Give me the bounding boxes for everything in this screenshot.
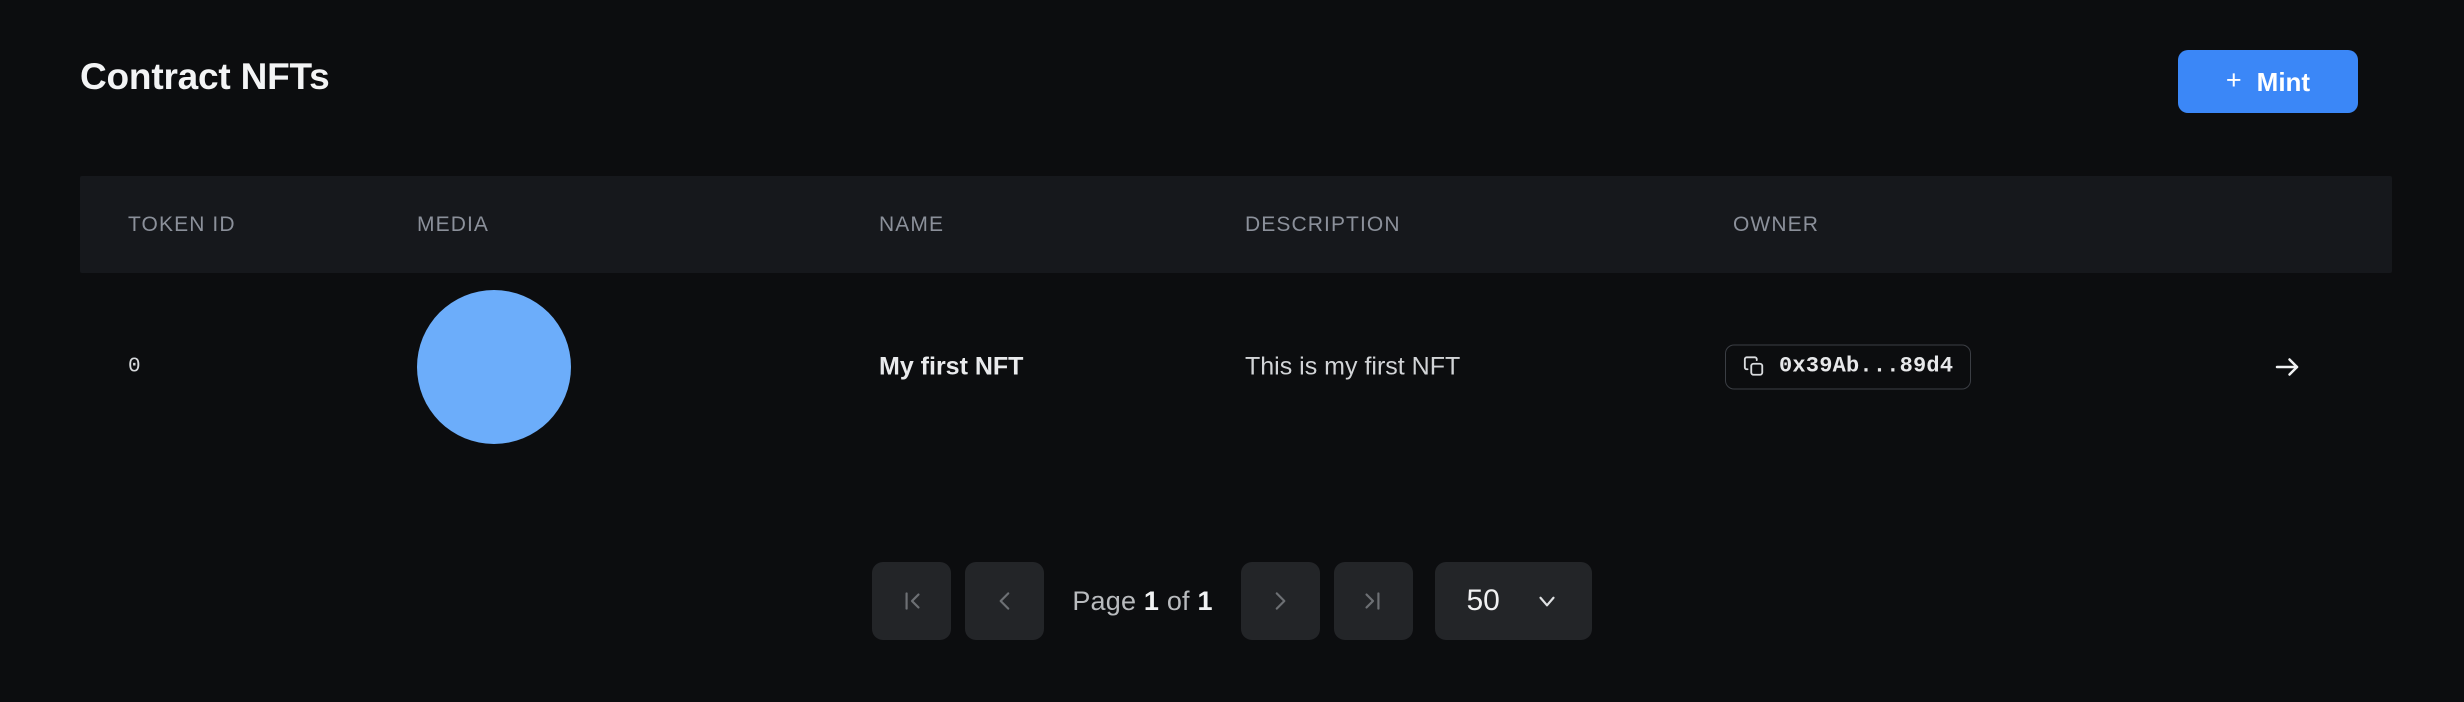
chevron-first-icon <box>899 588 925 614</box>
arrow-right-icon <box>2272 352 2302 382</box>
table-body: 0 My first NFT This is my first NFT <box>80 273 2392 460</box>
column-header-owner: OWNER <box>1733 213 1819 237</box>
nft-media-thumbnail <box>417 290 571 444</box>
of-word: of <box>1167 586 1190 616</box>
last-page-button[interactable] <box>1334 562 1413 640</box>
column-header-media: MEDIA <box>417 213 489 237</box>
cell-owner: 0x39Ab...89d4 <box>1725 344 1971 389</box>
copy-owner-address-button[interactable]: 0x39Ab...89d4 <box>1725 344 1971 389</box>
row-detail-button[interactable] <box>2272 352 2302 382</box>
first-page-button[interactable] <box>872 562 951 640</box>
table-row[interactable]: 0 My first NFT This is my first NFT <box>80 273 2392 460</box>
cell-media <box>417 290 571 444</box>
mint-button-label: Mint <box>2257 69 2310 95</box>
contract-nfts-page: Contract NFTs + Mint TOKEN ID MEDIA NAME… <box>0 0 2464 702</box>
current-page-number: 1 <box>1144 586 1159 616</box>
page-status: Page 1 of 1 <box>1058 586 1226 617</box>
plus-icon: + <box>2226 67 2242 94</box>
page-size-value: 50 <box>1466 586 1499 616</box>
cell-nft-name: My first NFT <box>879 352 1023 381</box>
chevron-last-icon <box>1360 588 1386 614</box>
table-header-row: TOKEN ID MEDIA NAME DESCRIPTION OWNER <box>80 176 2392 273</box>
page-word: Page <box>1072 586 1136 616</box>
previous-page-button[interactable] <box>965 562 1044 640</box>
column-header-name: NAME <box>879 213 944 237</box>
page-title: Contract NFTs <box>80 58 330 95</box>
cell-token-id: 0 <box>128 355 141 378</box>
chevron-right-icon <box>1267 588 1293 614</box>
chevron-left-icon <box>992 588 1018 614</box>
page-size-select[interactable]: 50 <box>1435 562 1592 640</box>
mint-button[interactable]: + Mint <box>2178 50 2358 113</box>
page-header: Contract NFTs + Mint <box>0 0 2464 140</box>
copy-icon <box>1743 356 1765 378</box>
column-header-token-id: TOKEN ID <box>128 213 236 237</box>
pagination: Page 1 of 1 50 <box>0 562 2464 640</box>
total-pages-number: 1 <box>1197 586 1212 616</box>
nft-table: TOKEN ID MEDIA NAME DESCRIPTION OWNER 0 … <box>80 176 2392 460</box>
chevron-down-icon <box>1534 588 1560 614</box>
cell-nft-description: This is my first NFT <box>1245 352 1460 381</box>
owner-address: 0x39Ab...89d4 <box>1779 356 1953 378</box>
column-header-description: DESCRIPTION <box>1245 213 1401 237</box>
next-page-button[interactable] <box>1241 562 1320 640</box>
